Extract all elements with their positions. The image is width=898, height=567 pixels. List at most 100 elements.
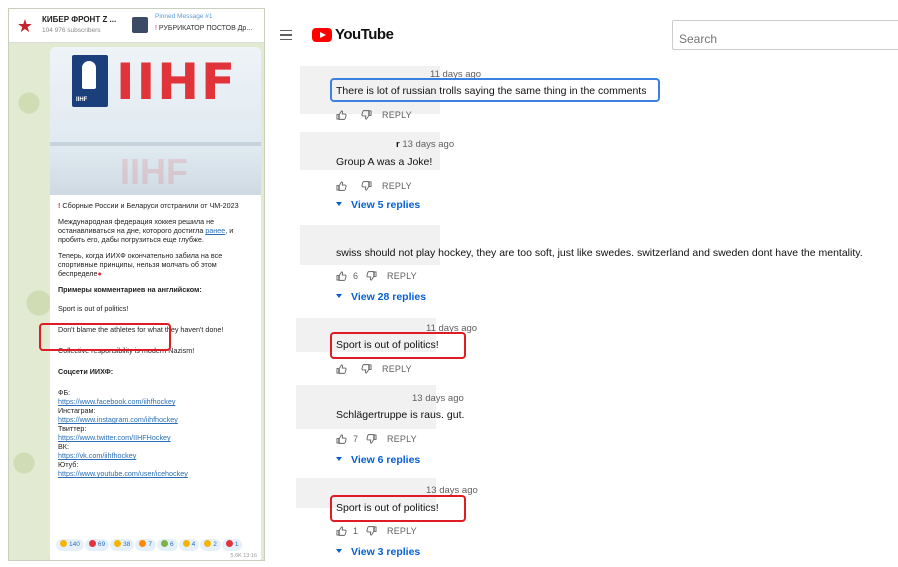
reaction-count: 38: [123, 541, 131, 548]
reaction-count: 140: [69, 541, 80, 548]
reply-button[interactable]: REPLY: [387, 434, 417, 444]
reaction-emoji-icon: [139, 540, 147, 547]
like-icon[interactable]: [336, 364, 347, 374]
fb-link[interactable]: https://www.facebook.com/iihfhockey: [58, 397, 256, 406]
channel-avatar[interactable]: ★: [14, 15, 36, 37]
pinned-message-text[interactable]: ! РУБРИКАТОР ПОСТОВ Др...: [155, 25, 252, 32]
reaction-count: 4: [191, 541, 196, 548]
like-icon[interactable]: [336, 181, 347, 191]
iihf-wordmark: IIHF: [116, 53, 238, 111]
reaction-chip[interactable]: 4: [178, 539, 200, 551]
youtube-logo-text: YouTube: [335, 26, 394, 43]
dislike-icon[interactable]: [361, 363, 372, 374]
dislike-icon[interactable]: [361, 109, 372, 120]
comment-actions: 7 REPLY: [336, 433, 417, 447]
highlight-quote-telegram: [39, 323, 171, 351]
headline-text: Сборные России и Беларуси отстранили от …: [62, 201, 239, 210]
reaction-chip[interactable]: 2: [200, 539, 221, 551]
reaction-chip[interactable]: 7: [135, 539, 156, 551]
channel-title[interactable]: КИБЕР ФРОНТ Z ...: [42, 15, 116, 24]
iihf-logo: IIHF: [72, 55, 108, 107]
wordmark-reflection: IIHF: [120, 151, 188, 192]
reply-button[interactable]: REPLY: [382, 364, 412, 374]
view-replies-label: View 5 replies: [351, 199, 421, 211]
view-replies-button[interactable]: View 3 replies: [336, 546, 420, 558]
reaction-count: 69: [97, 541, 106, 548]
reaction-chip[interactable]: 1: [221, 539, 243, 551]
dislike-icon[interactable]: [361, 180, 372, 191]
socials-label: Соцсети ИИХФ:: [58, 367, 114, 376]
paragraph-1-a: Международная федерация хоккея решила не…: [58, 217, 215, 235]
reply-button[interactable]: REPLY: [382, 110, 412, 120]
paragraph-1: Международная федерация хоккея решила не…: [58, 217, 256, 244]
socials-list: ФБ: https://www.facebook.com/iihfhockey …: [58, 388, 256, 478]
comment-meta: 13 days ago: [412, 393, 464, 404]
comment-avatar[interactable]: [296, 385, 436, 429]
reaction-emoji-icon: [225, 540, 233, 547]
like-icon[interactable]: [336, 271, 347, 281]
like-icon[interactable]: [336, 526, 347, 536]
caret-down-icon: [336, 294, 342, 298]
yt-link[interactable]: https://www.youtube.com/user/icehockey: [58, 469, 256, 478]
caret-down-icon: [336, 202, 342, 206]
reply-button[interactable]: REPLY: [387, 526, 417, 536]
hamburger-menu-icon[interactable]: [280, 30, 292, 40]
rink-board: [50, 142, 261, 146]
reaction-emoji-icon: [182, 540, 190, 547]
reactions-bar: 140 69 38 7 6 4 2 1: [56, 533, 256, 555]
message-meta: 5.6K 13:16: [230, 553, 257, 559]
like-icon[interactable]: [336, 434, 347, 444]
view-replies-label: View 3 replies: [351, 546, 421, 558]
view-replies-label: View 6 replies: [351, 454, 421, 466]
reaction-chip[interactable]: 6: [156, 539, 178, 551]
view-replies-button[interactable]: View 5 replies: [336, 199, 420, 211]
comment-actions: REPLY: [336, 363, 412, 377]
fb-label: ФБ:: [58, 388, 71, 397]
dislike-icon[interactable]: [366, 433, 377, 444]
comment-author[interactable]: r: [396, 139, 400, 150]
telegram-header: ★ КИБЕР ФРОНТ Z ... 104 976 subscribers …: [9, 9, 264, 43]
vk-label: ВК:: [58, 442, 69, 451]
channel-subscribers: 104 976 subscribers: [42, 27, 101, 34]
telegram-panel: ★ КИБЕР ФРОНТ Z ... 104 976 subscribers …: [8, 8, 265, 561]
ig-link[interactable]: https://www.instagram.com/iihfhockey: [58, 415, 256, 424]
search-input[interactable]: [672, 20, 898, 50]
reply-button[interactable]: REPLY: [387, 271, 417, 281]
like-icon[interactable]: [336, 110, 347, 120]
comment-text: swiss should not play hockey, they are t…: [336, 247, 863, 259]
comment-timestamp[interactable]: 13 days ago: [402, 139, 454, 150]
vk-link[interactable]: https://vk.com/iihfhockey: [58, 451, 256, 460]
like-count: 7: [353, 433, 359, 444]
comment-meta: r 13 days ago: [396, 139, 454, 150]
view-replies-button[interactable]: View 28 replies: [336, 291, 426, 303]
reaction-chip[interactable]: 38: [110, 539, 135, 551]
iihf-image[interactable]: IIHF IIHF IIHF: [50, 47, 261, 195]
comment-avatar[interactable]: [300, 225, 440, 265]
tw-link[interactable]: https://www.twitter.com/IIHFHockey: [58, 433, 256, 442]
yt-label: Ютуб:: [58, 460, 79, 469]
reaction-emoji-icon: [88, 540, 96, 547]
comment-actions: 1 REPLY: [336, 525, 417, 539]
caret-down-icon: [336, 457, 342, 461]
pinned-thumbnail[interactable]: [132, 17, 148, 33]
ig-label: Инстаграм:: [58, 406, 96, 415]
message-headline: ! Сборные России и Беларуси отстранили о…: [58, 201, 256, 210]
pinned-message-title[interactable]: Pinned Message #1: [155, 13, 212, 20]
view-replies-button[interactable]: View 6 replies: [336, 454, 420, 466]
youtube-panel: YouTube 11 days agoThere is lot of russi…: [272, 8, 898, 561]
dislike-icon[interactable]: [366, 525, 377, 536]
reply-button[interactable]: REPLY: [382, 181, 412, 191]
highlight-sport-comment-2: [330, 495, 466, 522]
like-count: 1: [353, 525, 359, 536]
comment-actions: REPLY: [336, 109, 412, 123]
earlier-link[interactable]: ранее: [205, 226, 225, 235]
reaction-chip[interactable]: 140: [56, 539, 84, 551]
reaction-count: 6: [169, 541, 174, 548]
reaction-chip[interactable]: 69: [84, 539, 110, 551]
dislike-icon[interactable]: [366, 270, 377, 281]
comment-timestamp[interactable]: 13 days ago: [412, 393, 464, 404]
comment-text: Group A was a Joke!: [336, 156, 433, 168]
paragraph-2: Теперь, когда ИИХФ окончательно забила н…: [58, 251, 256, 278]
comment-text: Schlägertruppe is raus. gut.: [336, 409, 465, 421]
reaction-emoji-icon: [204, 540, 212, 547]
